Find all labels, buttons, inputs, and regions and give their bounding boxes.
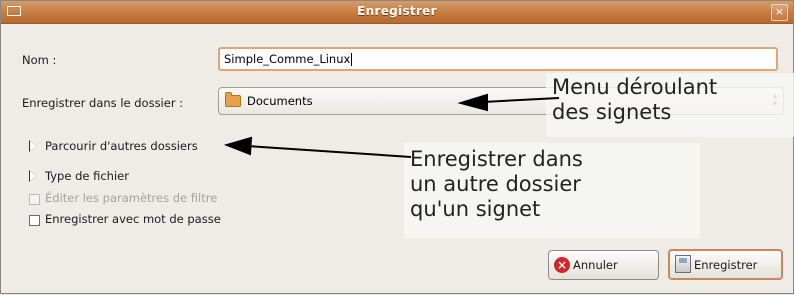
cancel-icon: × (554, 257, 570, 273)
arrow-to-combo (457, 93, 560, 112)
save-button-label: Enregistrer (694, 258, 758, 272)
cancel-button[interactable]: × Annuler (548, 250, 659, 280)
cancel-button-label: Annuler (573, 258, 618, 272)
arrow-to-browse (223, 136, 412, 158)
save-button[interactable]: Enregistrer (668, 249, 783, 280)
save-dialog: Enregistrer × Nom : Simple_Comme_Linux E… (0, 0, 794, 294)
save-icon (675, 255, 691, 273)
